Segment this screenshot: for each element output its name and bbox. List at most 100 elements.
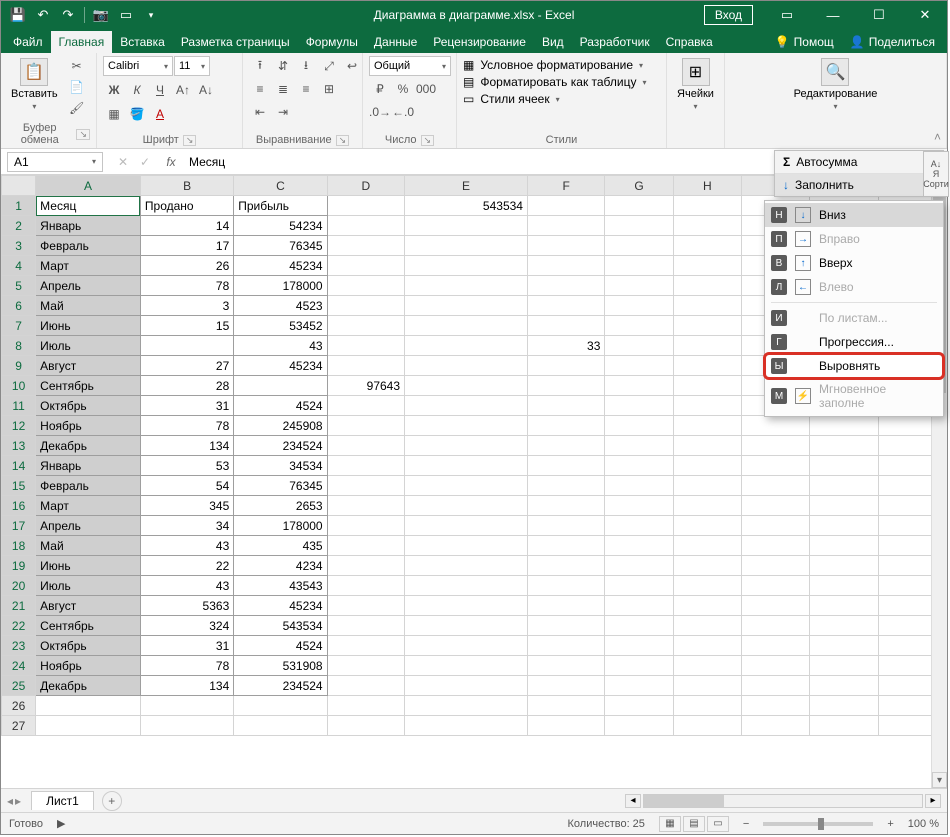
cell[interactable]: 76345 [234, 476, 327, 496]
cell[interactable] [605, 676, 673, 696]
cell[interactable] [327, 396, 404, 416]
column-header[interactable]: D [327, 176, 404, 196]
cell[interactable] [810, 436, 878, 456]
cell[interactable] [742, 456, 810, 476]
cell[interactable]: Июль [36, 576, 141, 596]
increase-decimal-icon[interactable]: .0→ [369, 102, 391, 122]
cell[interactable] [605, 256, 673, 276]
cell[interactable] [234, 696, 327, 716]
cell[interactable]: Август [36, 356, 141, 376]
cell[interactable] [742, 556, 810, 576]
cell[interactable]: Июнь [36, 316, 141, 336]
cell[interactable] [327, 436, 404, 456]
tab-home[interactable]: Главная [51, 31, 113, 53]
cell[interactable] [605, 536, 673, 556]
cell[interactable]: 43 [140, 536, 233, 556]
cell[interactable] [605, 476, 673, 496]
row-header[interactable]: 7 [2, 316, 36, 336]
cell[interactable] [405, 636, 528, 656]
cell[interactable] [527, 256, 604, 276]
cell[interactable] [605, 516, 673, 536]
fx-icon[interactable]: fx [159, 155, 183, 169]
cell[interactable] [405, 576, 528, 596]
cell[interactable] [327, 516, 404, 536]
cell[interactable] [810, 616, 878, 636]
cell[interactable] [405, 516, 528, 536]
cell[interactable] [327, 716, 404, 736]
cell[interactable] [605, 656, 673, 676]
cell[interactable] [327, 236, 404, 256]
row-header[interactable]: 19 [2, 556, 36, 576]
cell[interactable] [673, 576, 741, 596]
cell[interactable]: Октябрь [36, 396, 141, 416]
cell[interactable]: 78 [140, 416, 233, 436]
cell[interactable] [810, 716, 878, 736]
cell[interactable]: 4524 [234, 636, 327, 656]
close-button[interactable]: ✕ [903, 1, 947, 29]
tell-me[interactable]: 💡Помощ [767, 31, 842, 53]
row-header[interactable]: 25 [2, 676, 36, 696]
cell[interactable] [673, 376, 741, 396]
comma-icon[interactable]: 000 [415, 79, 437, 99]
cell[interactable]: Март [36, 256, 141, 276]
tab-insert[interactable]: Вставка [112, 31, 173, 53]
cell[interactable]: Сентябрь [36, 616, 141, 636]
cell[interactable] [605, 696, 673, 716]
cell[interactable] [527, 316, 604, 336]
underline-button[interactable]: Ч [149, 80, 171, 100]
cell[interactable] [605, 316, 673, 336]
cell[interactable]: 178000 [234, 276, 327, 296]
cell[interactable]: 15 [140, 316, 233, 336]
cell[interactable] [527, 296, 604, 316]
cell[interactable] [327, 196, 404, 216]
cell[interactable] [673, 696, 741, 716]
column-header[interactable]: F [527, 176, 604, 196]
cell[interactable]: 2653 [234, 496, 327, 516]
row-header[interactable]: 27 [2, 716, 36, 736]
sheet-nav-prev-icon[interactable]: ◂ [7, 794, 13, 808]
cell[interactable]: 28 [140, 376, 233, 396]
cell[interactable]: 45234 [234, 356, 327, 376]
cell[interactable]: 54 [140, 476, 233, 496]
row-header[interactable]: 16 [2, 496, 36, 516]
cell[interactable] [673, 596, 741, 616]
font-size-select[interactable]: 11▾ [174, 56, 210, 76]
orientation-icon[interactable]: ⤢ [318, 56, 340, 76]
cancel-edit-icon[interactable]: ✕ [113, 152, 133, 172]
cell[interactable] [405, 416, 528, 436]
cell[interactable] [742, 616, 810, 636]
tab-formulas[interactable]: Формулы [298, 31, 366, 53]
cell[interactable] [327, 216, 404, 236]
horizontal-scrollbar[interactable] [643, 794, 923, 808]
undo-icon[interactable]: ↶ [32, 4, 54, 26]
row-header[interactable]: 2 [2, 216, 36, 236]
cell[interactable] [673, 216, 741, 236]
cell[interactable]: 245908 [234, 416, 327, 436]
cell[interactable]: Декабрь [36, 436, 141, 456]
camera-icon[interactable]: 📷 [90, 4, 112, 26]
tab-view[interactable]: Вид [534, 31, 572, 53]
paste-button[interactable]: 📋 Вставить ▾ [7, 56, 62, 113]
align-top-icon[interactable]: ⭱ [249, 56, 271, 76]
tab-review[interactable]: Рецензирование [425, 31, 534, 53]
cell[interactable] [605, 456, 673, 476]
cut-icon[interactable]: ✂ [66, 56, 88, 76]
cell[interactable] [605, 356, 673, 376]
cell[interactable]: 4524 [234, 396, 327, 416]
cell[interactable] [605, 716, 673, 736]
cell[interactable] [810, 536, 878, 556]
cell[interactable]: 3 [140, 296, 233, 316]
cell[interactable] [527, 596, 604, 616]
cell[interactable] [527, 516, 604, 536]
cell[interactable]: Декабрь [36, 676, 141, 696]
cell[interactable] [405, 396, 528, 416]
fill-color-icon[interactable]: 🪣 [126, 104, 148, 124]
cell[interactable] [327, 316, 404, 336]
cell[interactable]: Июль [36, 336, 141, 356]
cell[interactable]: 43 [140, 576, 233, 596]
zoom-slider[interactable] [763, 822, 873, 826]
cell[interactable] [673, 396, 741, 416]
qat-more-icon[interactable]: ▾ [140, 4, 162, 26]
cell[interactable] [405, 256, 528, 276]
cell[interactable]: 17 [140, 236, 233, 256]
